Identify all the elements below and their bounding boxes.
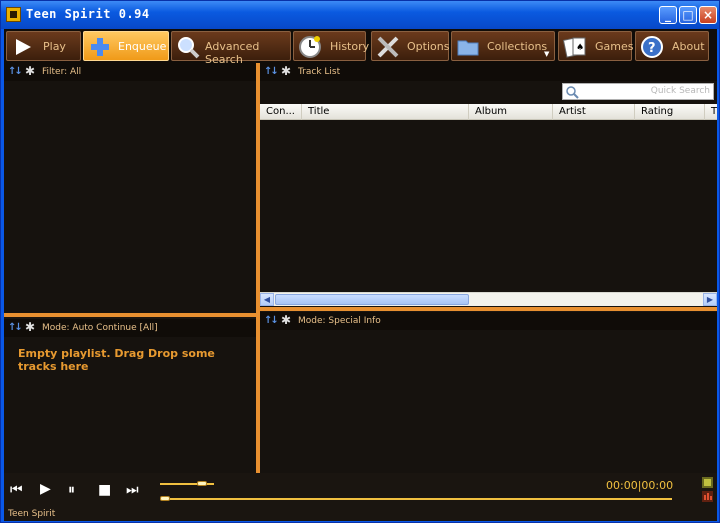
sort-icon[interactable]: ↑↓: [264, 315, 279, 326]
about-button[interactable]: ? About: [635, 31, 709, 61]
options-button[interactable]: Options: [371, 31, 449, 61]
mini-mode-icon[interactable]: [702, 477, 713, 488]
column-header-rating[interactable]: Rating: [635, 104, 705, 120]
main-toolbar: Play Enqueue Advanced Search History Opt…: [4, 29, 717, 66]
info-pane-header: ↑↓ ✱ Mode: Special Info: [260, 312, 717, 330]
enqueue-button[interactable]: Enqueue: [83, 31, 169, 61]
quick-search-input[interactable]: Quick Search: [562, 83, 714, 100]
info-pane[interactable]: [260, 330, 717, 473]
info-pane-title: Mode: Special Info: [298, 316, 381, 326]
maximize-button[interactable]: □: [679, 6, 697, 24]
column-header-title[interactable]: Title: [302, 104, 469, 120]
column-header-time[interactable]: T: [705, 104, 717, 120]
column-header-artist[interactable]: Artist: [553, 104, 635, 120]
client-area: Play Enqueue Advanced Search History Opt…: [4, 29, 717, 521]
scroll-thumb[interactable]: [275, 294, 469, 305]
gear-icon[interactable]: ✱: [25, 320, 35, 334]
games-button-label: Games: [595, 40, 634, 53]
app-icon[interactable]: [6, 7, 21, 22]
right-horizontal-splitter[interactable]: [260, 307, 717, 311]
gear-icon[interactable]: ✱: [281, 313, 291, 327]
stop-icon[interactable]: ■: [98, 482, 111, 498]
playlist-pane[interactable]: Empty playlist. Drag Drop some tracks he…: [4, 337, 256, 473]
tools-icon: [377, 36, 399, 58]
pause-icon[interactable]: ⏸: [68, 482, 75, 498]
play-button-label: Play: [43, 40, 66, 53]
history-button-label: History: [330, 40, 370, 53]
empty-playlist-message: Empty playlist. Drag Drop some tracks he…: [18, 347, 215, 373]
filter-pane-title: Filter: All: [42, 67, 82, 77]
search-icon: [566, 86, 579, 99]
history-button[interactable]: History: [293, 31, 370, 61]
tracklist-pane[interactable]: Quick Search Con... Title Album Artist R…: [260, 81, 717, 307]
transport-bar: ⏮ ▶ ⏸ ■ ⏭ 00:00|00:00 Teen Spirit: [4, 473, 717, 521]
seek-knob[interactable]: [160, 496, 170, 501]
help-icon: ?: [641, 36, 663, 58]
quick-search-placeholder: Quick Search: [650, 86, 710, 96]
filter-pane[interactable]: [4, 81, 256, 313]
column-header-album[interactable]: Album: [469, 104, 553, 120]
folder-icon: [457, 40, 479, 56]
equalizer-icon[interactable]: [702, 491, 713, 502]
gear-icon[interactable]: ✱: [25, 64, 35, 78]
track-table-header: Con... Title Album Artist Rating T: [260, 104, 717, 120]
next-track-icon[interactable]: ⏭: [126, 482, 139, 498]
filter-pane-header: ↑↓ ✱ Filter: All: [4, 63, 256, 81]
previous-track-icon[interactable]: ⏮: [10, 482, 23, 498]
tracklist-pane-header: ↑↓ ✱ Track List: [260, 63, 717, 81]
clock-icon: [299, 36, 321, 58]
playlist-pane-title: Mode: Auto Continue [All]: [42, 323, 158, 333]
advanced-search-button[interactable]: Advanced Search: [171, 31, 291, 66]
sort-icon[interactable]: ↑↓: [264, 66, 279, 77]
playlist-pane-header: ↑↓ ✱ Mode: Auto Continue [All]: [4, 319, 256, 337]
scroll-right-button[interactable]: ▶: [703, 293, 717, 306]
tracklist-pane-title: Track List: [298, 67, 341, 77]
column-header-content[interactable]: Con...: [260, 104, 302, 120]
time-display: 00:00|00:00: [606, 479, 674, 492]
left-horizontal-splitter[interactable]: [4, 313, 256, 317]
maximize-icon: □: [682, 8, 694, 22]
play-icon: [16, 39, 31, 55]
sort-icon[interactable]: ↑↓: [8, 322, 23, 333]
games-button[interactable]: ♠ Games: [558, 31, 634, 61]
enqueue-button-label: Enqueue: [118, 40, 167, 53]
status-bar-text: Teen Spirit: [8, 509, 56, 519]
close-icon: ×: [702, 8, 714, 22]
search-icon: [178, 37, 200, 59]
about-button-label: About: [672, 40, 705, 53]
volume-knob[interactable]: [197, 481, 208, 486]
options-button-label: Options: [407, 40, 450, 53]
app-window: Teen Spirit 0.94 _ □ × Play Enqueue Adva…: [0, 0, 720, 523]
gear-icon[interactable]: ✱: [281, 64, 291, 78]
cards-icon: ♠: [563, 37, 586, 58]
svg-text:?: ?: [648, 41, 656, 56]
plus-icon: [91, 38, 109, 56]
window-title: Teen Spirit 0.94: [26, 7, 150, 21]
scroll-left-button[interactable]: ◀: [260, 293, 274, 306]
play-icon[interactable]: ▶: [40, 481, 51, 497]
collections-button[interactable]: Collections ▼: [451, 31, 555, 61]
minimize-icon: _: [665, 8, 671, 22]
sort-icon[interactable]: ↑↓: [8, 66, 23, 77]
horizontal-scrollbar[interactable]: ◀ ▶: [260, 292, 717, 306]
svg-text:♠: ♠: [576, 43, 584, 53]
collections-dropdown-icon[interactable]: ▼: [544, 50, 549, 58]
seek-bar[interactable]: [160, 498, 672, 500]
title-bar[interactable]: Teen Spirit 0.94 _ □ ×: [1, 1, 719, 29]
collections-button-label: Collections: [487, 40, 548, 53]
close-button[interactable]: ×: [699, 6, 717, 24]
minimize-button[interactable]: _: [659, 6, 677, 24]
play-button[interactable]: Play: [6, 31, 81, 61]
